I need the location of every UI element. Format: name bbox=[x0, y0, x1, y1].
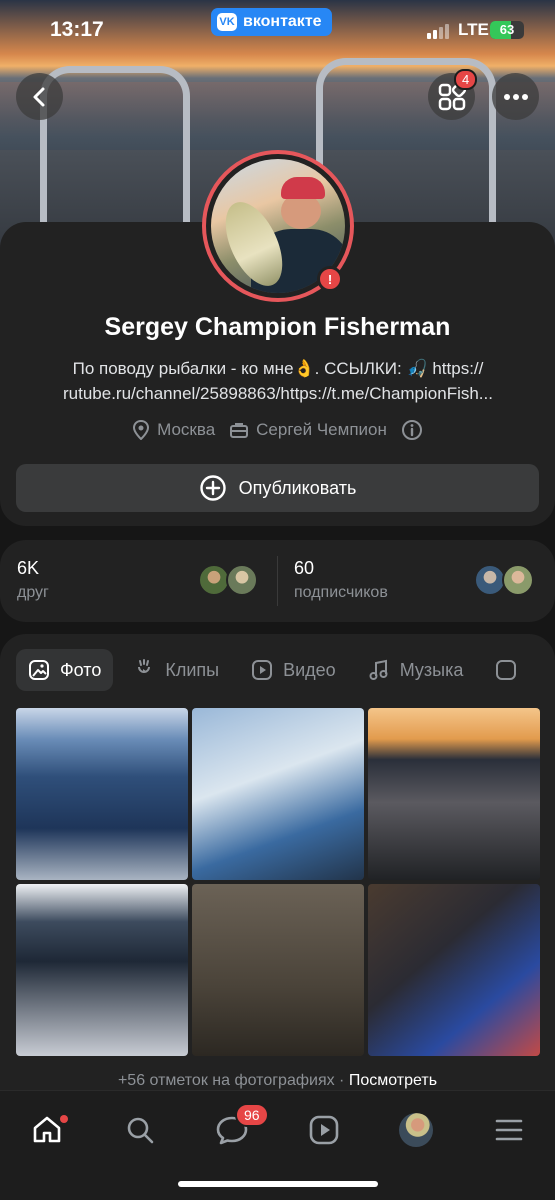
nav-search[interactable] bbox=[115, 1105, 165, 1155]
vk-app-pill[interactable]: VK вконтакте bbox=[211, 8, 332, 36]
profile-name: Sergey Champion Fisherman bbox=[104, 313, 451, 341]
more-info-button[interactable] bbox=[401, 419, 423, 441]
tab-music[interactable]: Музыка bbox=[356, 649, 476, 691]
more-options-button[interactable] bbox=[492, 73, 539, 120]
view-tags-link[interactable]: Посмотреть bbox=[349, 1072, 437, 1089]
nav-video[interactable] bbox=[299, 1105, 349, 1155]
clips-icon bbox=[138, 659, 151, 673]
nav-menu[interactable] bbox=[484, 1105, 534, 1155]
photo-tags-text: +56 отметок на фотографиях · bbox=[117, 1072, 349, 1089]
city-label: Москва bbox=[157, 420, 216, 439]
photo-thumbnail[interactable] bbox=[16, 884, 188, 1056]
home-icon bbox=[33, 1116, 61, 1143]
vk-app-pill-label: вконтакте bbox=[243, 13, 322, 30]
bio-line: rutube.ru/channel/25898863/https://t.me/… bbox=[63, 384, 493, 403]
location-pin-icon bbox=[133, 420, 150, 440]
friend-avatar bbox=[226, 564, 258, 596]
profile-avatar-icon bbox=[399, 1113, 433, 1147]
followers-avatars[interactable] bbox=[474, 564, 534, 596]
avatar-alert-icon[interactable]: ! bbox=[317, 266, 343, 292]
tab-label: Клипы bbox=[165, 659, 220, 680]
publish-button[interactable]: Опубликовать bbox=[16, 464, 539, 512]
plus-circle-icon bbox=[199, 475, 226, 501]
signal-icon bbox=[427, 24, 449, 39]
status-time: 13:17 bbox=[50, 18, 104, 41]
tab-label: Видео bbox=[283, 659, 336, 680]
follower-avatar bbox=[502, 564, 534, 596]
friends-avatars[interactable] bbox=[198, 564, 258, 596]
network-type: LTE bbox=[458, 20, 489, 39]
friends-count: 6K bbox=[17, 558, 40, 578]
photo-thumbnail[interactable] bbox=[16, 708, 188, 880]
nav-home[interactable] bbox=[22, 1105, 72, 1155]
tab-label: Фото bbox=[60, 659, 102, 680]
nav-profile[interactable] bbox=[391, 1105, 441, 1155]
photo-thumbnail[interactable] bbox=[192, 884, 364, 1056]
more-dots-icon bbox=[503, 93, 528, 100]
photo-icon bbox=[29, 660, 49, 680]
vk-logo-icon: VK bbox=[217, 13, 237, 31]
work-info[interactable]: Сергей Чемпион bbox=[229, 420, 387, 440]
home-notification-dot bbox=[60, 1115, 68, 1123]
tab-label: Музыка bbox=[399, 659, 464, 680]
friends-block[interactable]: 6K друг bbox=[17, 558, 49, 602]
services-button[interactable]: 4 bbox=[428, 69, 478, 120]
messages-badge: 96 bbox=[235, 1103, 269, 1127]
battery-level: 63 bbox=[499, 22, 515, 37]
video-icon bbox=[252, 660, 273, 680]
divider bbox=[277, 556, 278, 606]
followers-label: подписчиков bbox=[294, 584, 388, 601]
back-button[interactable] bbox=[16, 73, 63, 120]
music-icon bbox=[369, 659, 388, 680]
city-info: Москва bbox=[132, 420, 215, 440]
profile-meta: Москва Сергей Чемпион bbox=[0, 419, 555, 441]
video-icon bbox=[309, 1115, 339, 1145]
tab-photos[interactable]: Фото bbox=[16, 649, 114, 691]
followers-count: 60 bbox=[294, 558, 315, 578]
photo-grid bbox=[16, 708, 540, 1056]
services-badge: 4 bbox=[454, 69, 478, 90]
media-card: Фото Клипы Видео Музыка +56 отметок на ф… bbox=[0, 634, 555, 1104]
tab-clips[interactable]: Клипы bbox=[121, 649, 231, 691]
photo-thumbnail[interactable] bbox=[192, 708, 364, 880]
tab-more[interactable] bbox=[483, 649, 529, 691]
photo-thumbnail[interactable] bbox=[368, 884, 540, 1056]
briefcase-icon bbox=[230, 423, 249, 438]
bio-line: По поводу рыбалки - ко мне👌. ССЫЛКИ: 🎣 h… bbox=[72, 359, 484, 378]
work-label: Сергей Чемпион bbox=[256, 420, 387, 439]
chevron-left-icon bbox=[33, 87, 44, 106]
search-icon bbox=[127, 1117, 154, 1144]
media-tabs: Фото Клипы Видео Музыка bbox=[16, 649, 555, 693]
photo-thumbnail[interactable] bbox=[368, 708, 540, 880]
profile-bio[interactable]: По поводу рыбалки - ко мне👌. ССЫЛКИ: 🎣 h… bbox=[28, 356, 528, 406]
followers-block[interactable]: 60 подписчиков bbox=[294, 558, 388, 602]
friends-card: 6K друг 60 подписчиков bbox=[0, 540, 555, 622]
overflow-tab-icon bbox=[496, 660, 517, 680]
friends-label: друг bbox=[17, 584, 49, 601]
tab-video[interactable]: Видео bbox=[239, 649, 348, 691]
menu-icon bbox=[495, 1119, 523, 1141]
nav-messages[interactable]: 96 bbox=[207, 1103, 269, 1155]
battery-icon: 63 bbox=[490, 21, 524, 39]
publish-label: Опубликовать bbox=[238, 477, 357, 498]
home-indicator[interactable] bbox=[178, 1181, 378, 1187]
photo-tags-row: +56 отметок на фотографиях · Посмотреть bbox=[0, 1072, 555, 1090]
info-icon bbox=[401, 420, 422, 440]
status-bar: 13:17 VK вконтакте LTE 63 bbox=[0, 0, 555, 60]
